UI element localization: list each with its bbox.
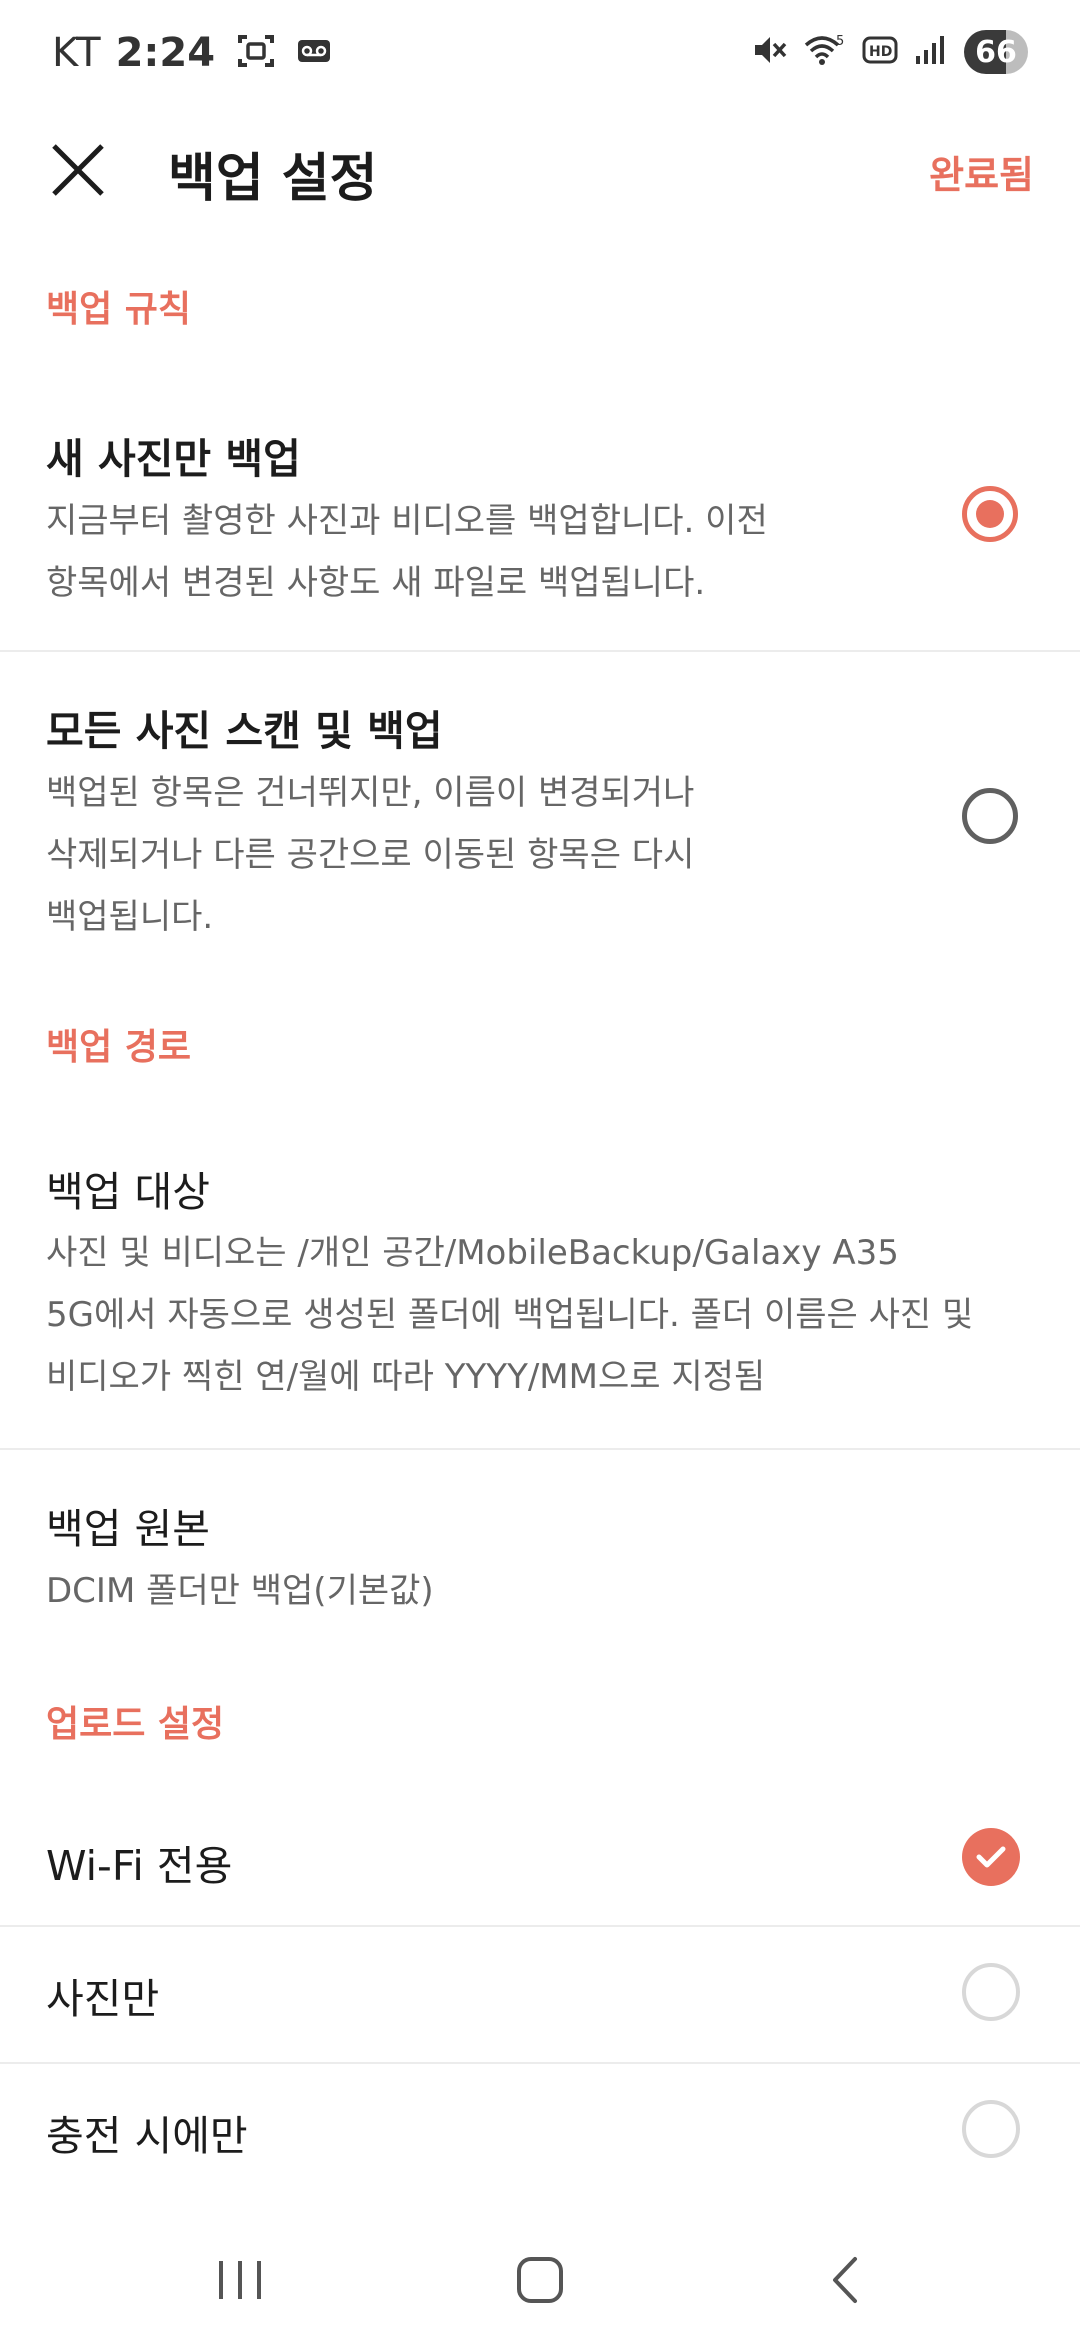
option-desc-line: 백업된 항목은 건너뛰지만, 이름이 변경되거나	[46, 773, 695, 813]
voicemail-icon	[297, 37, 331, 69]
backup-target-item[interactable]: 백업 대상 사진 및 비디오는 /개인 공간/MobileBackup/Gala…	[0, 1140, 1080, 1448]
option-desc-line: 지금부터 촬영한 사진과 비디오를 백업합니다. 이전	[46, 501, 768, 541]
done-button[interactable]: 완료됨	[929, 144, 1034, 199]
carrier-label: KT	[52, 30, 102, 76]
backup-source-value: DCIM 폴더만 백업(기본값)	[46, 1571, 434, 1611]
target-desc-line: 사진 및 비디오는 /개인 공간/MobileBackup/Galaxy A35	[46, 1233, 899, 1273]
checkmark-icon[interactable]	[962, 1828, 1020, 1886]
option-new-photos-only[interactable]: 새 사진만 백업 지금부터 촬영한 사진과 비디오를 백업합니다. 이전 항목에…	[0, 405, 1080, 650]
hd-icon: HD	[862, 35, 898, 69]
target-desc-line: 비디오가 찍힌 연/월에 따라 YYYY/MM으로 지정됨	[46, 1357, 766, 1397]
unchecked-circle-icon[interactable]	[962, 2100, 1020, 2158]
radio-selected[interactable]	[962, 486, 1018, 542]
backup-target-description: 사진 및 비디오는 /개인 공간/MobileBackup/Galaxy A35…	[46, 1222, 1046, 1408]
close-icon	[52, 144, 104, 196]
wifi-icon: 5	[804, 33, 846, 71]
screenshot-icon	[237, 34, 275, 72]
back-button[interactable]	[795, 2240, 895, 2320]
option-desc-line: 항목에서 변경된 사항도 새 파일로 백업됩니다.	[46, 563, 706, 603]
backup-settings-screen: KT 2:24 5 HD 66 백업 설정 완료됨 백업 규칙 새 사진만 백업…	[0, 0, 1080, 2340]
home-icon	[517, 2257, 563, 2303]
close-button[interactable]	[40, 132, 116, 208]
option-title: 모든 사진 스캔 및 백업	[46, 707, 443, 755]
upload-option-label: 사진만	[46, 1975, 160, 2023]
backup-source-item[interactable]: 백업 원본 DCIM 폴더만 백업(기본값)	[0, 1450, 1080, 1650]
svg-text:HD: HD	[869, 44, 892, 60]
app-bar: 백업 설정 완료됨	[0, 110, 1080, 230]
radio-unselected[interactable]	[962, 788, 1018, 844]
option-description: 지금부터 촬영한 사진과 비디오를 백업합니다. 이전 항목에서 변경된 사항도…	[46, 490, 826, 614]
option-title: 새 사진만 백업	[46, 435, 301, 483]
page-title: 백업 설정	[168, 149, 378, 209]
back-icon	[833, 2257, 857, 2303]
option-desc-line: 백업됩니다.	[46, 897, 214, 937]
upload-option-charging-only[interactable]: 충전 시에만	[0, 2064, 1080, 2199]
section-header-backup-rules: 백업 규칙	[46, 289, 192, 330]
upload-option-label: 충전 시에만	[46, 2112, 248, 2160]
section-header-backup-path: 백업 경로	[46, 1027, 192, 1068]
upload-option-wifi-only[interactable]: Wi-Fi 전용	[0, 1790, 1080, 1925]
backup-source-title: 백업 원본	[46, 1505, 210, 1553]
option-description: 백업된 항목은 건너뛰지만, 이름이 변경되거나 삭제되거나 다른 공간으로 이…	[46, 762, 826, 948]
recent-apps-icon	[219, 2261, 261, 2299]
target-desc-line: 5G에서 자동으로 생성된 폴더에 백업됩니다. 폴더 이름은 사진 및	[46, 1295, 974, 1335]
signal-icon	[914, 34, 946, 70]
option-desc-line: 삭제되거나 다른 공간으로 이동된 항목은 다시	[46, 835, 695, 875]
home-button[interactable]	[490, 2240, 590, 2320]
unchecked-circle-icon[interactable]	[962, 1963, 1020, 2021]
upload-option-label: Wi-Fi 전용	[46, 1842, 233, 1890]
wifi-badge: 5	[836, 34, 844, 49]
upload-option-photos-only[interactable]: 사진만	[0, 1927, 1080, 2062]
navigation-bar	[0, 2220, 1080, 2340]
section-header-upload-settings: 업로드 설정	[46, 1704, 225, 1745]
recent-apps-button[interactable]	[190, 2240, 290, 2320]
status-time: 2:24	[115, 30, 216, 76]
status-bar: KT 2:24 5 HD 66	[0, 0, 1080, 110]
battery-indicator: 66	[964, 30, 1028, 74]
mute-icon	[752, 33, 788, 71]
option-scan-all-photos[interactable]: 모든 사진 스캔 및 백업 백업된 항목은 건너뛰지만, 이름이 변경되거나 삭…	[0, 652, 1080, 970]
backup-target-title: 백업 대상	[46, 1168, 210, 1216]
